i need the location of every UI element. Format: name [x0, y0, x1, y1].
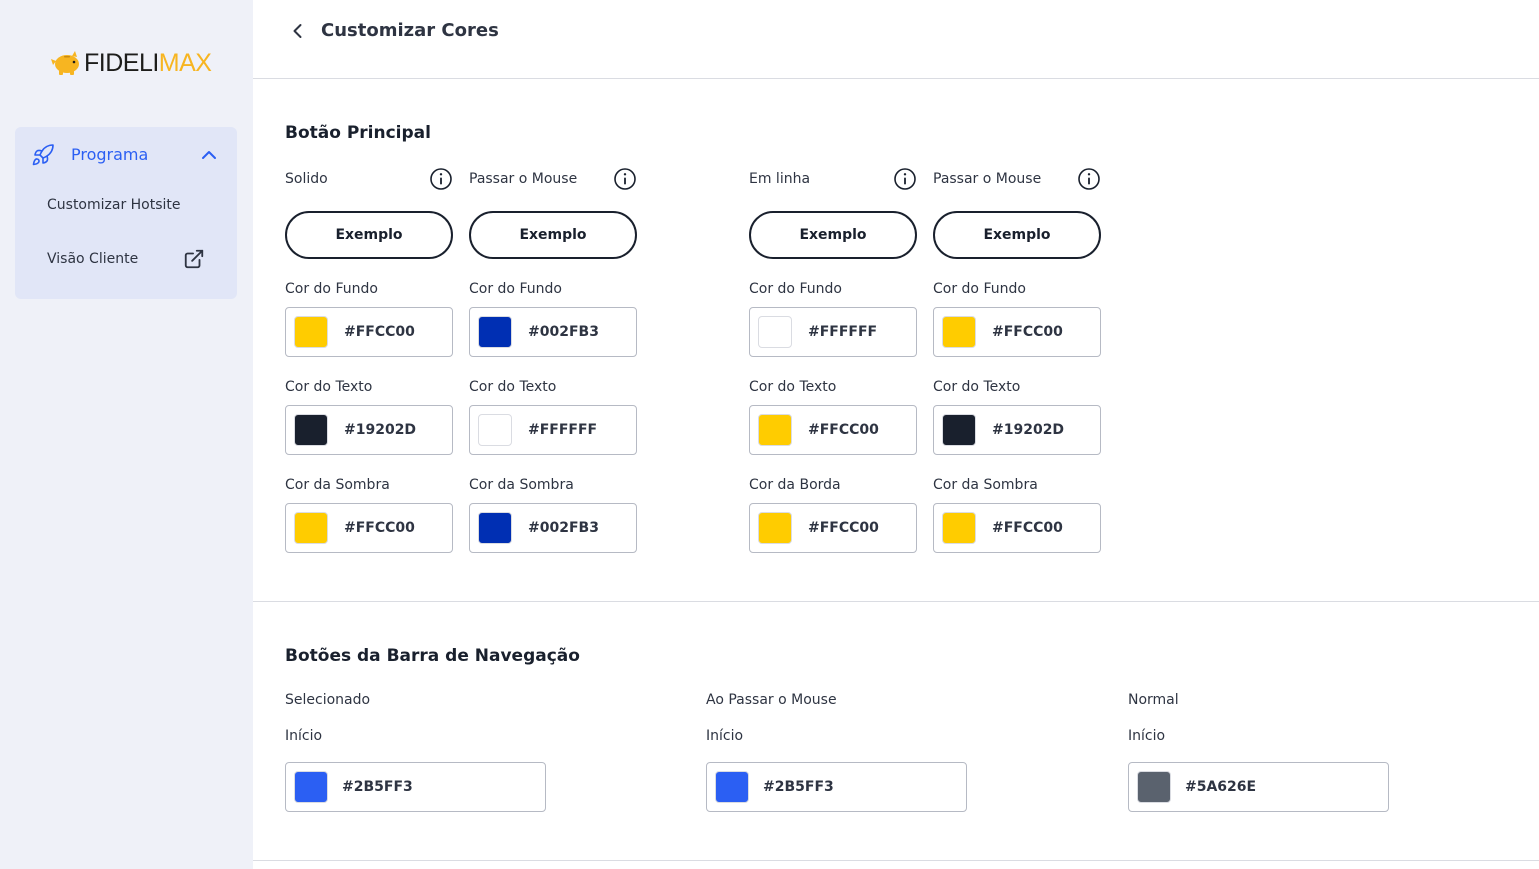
rocket-icon [32, 144, 54, 166]
color-picker-input[interactable]: #2B5FF3 [706, 762, 967, 812]
main-button-column-label: Em linha [749, 171, 811, 187]
color-field-label: Cor do Texto [285, 379, 373, 395]
color-field-label: Cor da Sombra [285, 477, 390, 493]
program-menu-toggle[interactable]: Programa [15, 127, 237, 183]
color-swatch[interactable] [758, 512, 792, 544]
main-button-column-label: Solido [285, 171, 328, 187]
color-picker-input[interactable]: #002FB3 [469, 307, 637, 357]
program-menu: Programa Customizar Hotsite Visão Client… [15, 127, 237, 299]
main-button-column-label: Passar o Mouse [933, 171, 1042, 187]
main-button-section-title: Botão Principal [285, 123, 431, 143]
info-icon[interactable] [613, 167, 637, 191]
color-hex-value: #002FB3 [528, 324, 599, 340]
chevron-up-icon [202, 151, 216, 159]
page-header: Customizar Cores [253, 0, 1539, 79]
info-icon[interactable] [429, 167, 453, 191]
color-swatch[interactable] [478, 414, 512, 446]
color-hex-value: #19202D [344, 422, 417, 438]
back-arrow-icon[interactable] [288, 21, 308, 41]
color-swatch[interactable] [1137, 771, 1171, 803]
color-hex-value: #FFCC00 [344, 520, 415, 536]
section-divider [253, 601, 1539, 602]
color-picker-input[interactable]: #19202D [933, 405, 1101, 455]
color-field-label: Cor do Texto [469, 379, 557, 395]
color-swatch[interactable] [758, 414, 792, 446]
color-picker-input[interactable]: #FFCC00 [749, 405, 917, 455]
color-hex-value: #FFCC00 [992, 520, 1063, 536]
color-field-label: Cor do Fundo [933, 281, 1026, 297]
color-field-label: Cor do Texto [933, 379, 1021, 395]
example-preview-button[interactable]: Exemplo [749, 211, 917, 259]
color-picker-input[interactable]: #FFCC00 [285, 307, 453, 357]
example-preview-button[interactable]: Exemplo [285, 211, 453, 259]
sidebar: FIDELIMAX Programa Customizar Hotsite Vi… [0, 0, 253, 869]
color-swatch[interactable] [294, 512, 328, 544]
color-field-label: Cor do Fundo [285, 281, 378, 297]
page-title: Customizar Cores [321, 20, 499, 41]
color-field-label: Início [285, 728, 323, 744]
color-hex-value: #19202D [992, 422, 1065, 438]
color-field-label: Início [706, 728, 744, 744]
color-swatch[interactable] [942, 316, 976, 348]
color-picker-input[interactable]: #5A626E [1128, 762, 1389, 812]
color-hex-value: #FFCC00 [992, 324, 1063, 340]
color-picker-input[interactable]: #FFCC00 [285, 503, 453, 553]
color-picker-input[interactable]: #2B5FF3 [285, 762, 546, 812]
color-picker-input[interactable]: #19202D [285, 405, 453, 455]
color-field-label: Cor da Sombra [469, 477, 574, 493]
color-field-label: Cor do Texto [749, 379, 837, 395]
color-swatch[interactable] [478, 316, 512, 348]
color-hex-value: #5A626E [1185, 779, 1257, 795]
example-preview-button[interactable]: Exemplo [469, 211, 637, 259]
color-hex-value: #2B5FF3 [342, 779, 413, 795]
nav-button-state-label: Normal [1128, 692, 1179, 708]
color-hex-value: #FFCC00 [808, 422, 879, 438]
brand-logo[interactable]: FIDELIMAX [50, 49, 212, 77]
nav-button-state-label: Selecionado [285, 692, 371, 708]
logo-text-primary: FIDELI [84, 49, 159, 77]
color-picker-input[interactable]: #FFCC00 [933, 503, 1101, 553]
color-hex-value: #002FB3 [528, 520, 599, 536]
color-picker-input[interactable]: #FFCC00 [933, 307, 1101, 357]
color-hex-value: #FFFFFF [808, 324, 878, 340]
color-field-label: Cor do Fundo [749, 281, 842, 297]
color-swatch[interactable] [942, 414, 976, 446]
logo-text-accent: MAX [158, 49, 212, 77]
color-picker-input[interactable]: #FFFFFF [469, 405, 637, 455]
info-icon[interactable] [893, 167, 917, 191]
section-divider [253, 860, 1539, 861]
color-swatch[interactable] [715, 771, 749, 803]
program-menu-label: Programa [71, 145, 149, 164]
sidebar-item-client-view[interactable]: Visão Cliente [47, 249, 138, 269]
nav-buttons-section-title: Botões da Barra de Navegação [285, 646, 580, 666]
color-hex-value: #FFCC00 [808, 520, 879, 536]
color-field-label: Cor da Borda [749, 477, 841, 493]
external-link-icon[interactable] [183, 248, 205, 270]
color-swatch[interactable] [294, 414, 328, 446]
nav-button-state-label: Ao Passar o Mouse [706, 692, 837, 708]
color-swatch[interactable] [478, 512, 512, 544]
color-field-label: Cor do Fundo [469, 281, 562, 297]
color-swatch[interactable] [942, 512, 976, 544]
color-hex-value: #FFCC00 [344, 324, 415, 340]
color-swatch[interactable] [758, 316, 792, 348]
color-swatch[interactable] [294, 771, 328, 803]
info-icon[interactable] [1077, 167, 1101, 191]
example-preview-button[interactable]: Exemplo [933, 211, 1101, 259]
color-field-label: Início [1128, 728, 1166, 744]
color-hex-value: #FFFFFF [528, 422, 598, 438]
color-hex-value: #2B5FF3 [763, 779, 834, 795]
color-picker-input[interactable]: #002FB3 [469, 503, 637, 553]
main-button-column-label: Passar o Mouse [469, 171, 578, 187]
sidebar-item-customize-hotsite[interactable]: Customizar Hotsite [47, 195, 181, 215]
color-picker-input[interactable]: #FFFFFF [749, 307, 917, 357]
color-picker-input[interactable]: #FFCC00 [749, 503, 917, 553]
piggy-bank-icon [51, 51, 79, 75]
color-swatch[interactable] [294, 316, 328, 348]
color-field-label: Cor da Sombra [933, 477, 1038, 493]
